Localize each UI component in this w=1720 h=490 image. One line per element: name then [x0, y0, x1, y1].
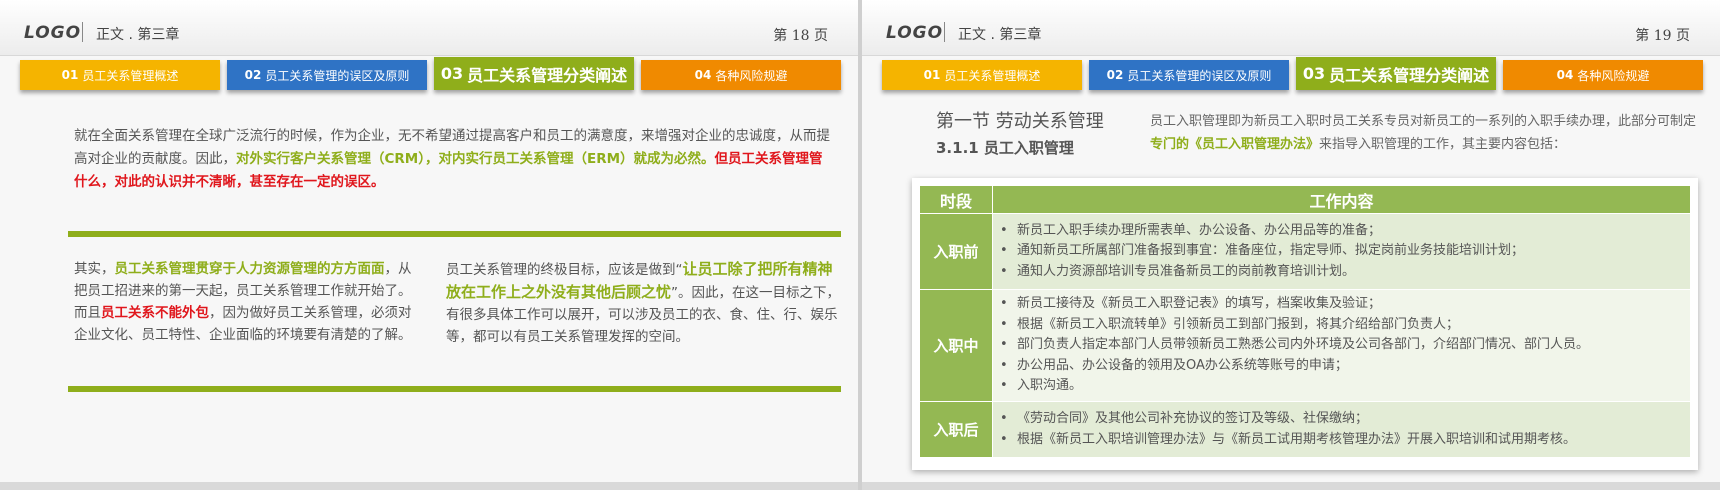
footer-bar: [862, 482, 1720, 490]
tab-04[interactable]: 04 各种风险规避: [641, 60, 841, 90]
tab-02[interactable]: 02 员工关系管理的误区及原则: [1089, 60, 1289, 90]
list-item: 通知人力资源部培训专员准备新员工的岗前教育培训计划。: [997, 262, 1682, 283]
table-row: 入职中 新员工接待及《新员工入职登记表》的填写，档案收集及验证； 根据《新员工入…: [919, 289, 1691, 402]
table-row: 入职前 新员工入职手续办理所需表单、办公设备、办公用品等的准备； 通知新员工所属…: [919, 213, 1691, 290]
logo: LOGO: [24, 23, 82, 43]
highlight-text: 专门的《员工入职管理办法》: [1150, 137, 1320, 152]
tab-label: 员工关系管理分类阐述: [1329, 65, 1490, 85]
right-column-paragraph: 员工关系管理的终极目标，应该是做到“让员工除了把所有精神放在工作上之外没有其他后…: [446, 258, 841, 348]
phase-cell: 入职中: [919, 289, 993, 402]
list-item: 办公用品、办公设备的领用及OA办公系统等账号的申请；: [997, 356, 1682, 377]
tab-02[interactable]: 02 员工关系管理的误区及原则: [227, 60, 427, 90]
header: LOGO 正文 . 第三章 第 19 页: [862, 0, 1720, 56]
header-content: 工作内容: [992, 185, 1691, 214]
section-intro: 员工入职管理即为新员工入职时员工关系专员对新员工的一系列的入职手续办理，此部分可…: [1150, 110, 1700, 156]
text: 员工关系管理的终极目标，应该是做到“: [446, 262, 683, 278]
tab-label: 各种风险规避: [715, 68, 788, 83]
content-cell: 《劳动合同》及其他公司补充协议的签订及等级、社保缴纳； 根据《新员工入职培训管理…: [992, 401, 1691, 458]
list-item: 根据《新员工入职培训管理办法》与《新员工试用期考核管理办法》开展入职培训和试用期…: [997, 430, 1682, 451]
tab-label: 员工关系管理概述: [82, 68, 179, 83]
tab-number: 04: [694, 68, 712, 82]
table-header-row: 时段 工作内容: [919, 185, 1691, 214]
task-list: 新员工入职手续办理所需表单、办公设备、办公用品等的准备； 通知新员工所属部门准备…: [997, 221, 1682, 283]
content-cell: 新员工接待及《新员工入职登记表》的填写，档案收集及验证； 根据《新员工入职流转单…: [992, 289, 1691, 402]
page-number: 第 19 页: [1635, 28, 1690, 44]
tab-03-active[interactable]: 03 员工关系管理分类阐述: [434, 57, 634, 90]
text: 其实，: [74, 261, 115, 277]
tab-label: 各种风险规避: [1577, 68, 1650, 83]
tab-number: 01: [61, 68, 79, 82]
tab-number: 02: [244, 68, 262, 82]
logo: LOGO: [886, 23, 944, 43]
tab-03-active[interactable]: 03 员工关系管理分类阐述: [1296, 57, 1496, 90]
tab-number: 01: [923, 68, 941, 82]
tab-01[interactable]: 01 员工关系管理概述: [20, 60, 220, 90]
tab-number: 03: [440, 64, 464, 83]
phase-cell: 入职后: [919, 401, 993, 458]
task-list: 《劳动合同》及其他公司补充协议的签订及等级、社保缴纳； 根据《新员工入职培训管理…: [997, 409, 1682, 450]
section-tabs: 01 员工关系管理概述 02 员工关系管理的误区及原则 03 员工关系管理分类阐述 0…: [882, 57, 1703, 90]
header: LOGO 正文 . 第三章 第 18 页: [0, 0, 858, 56]
chapter-label: 正文 . 第三章: [958, 27, 1042, 43]
onboarding-table-card: 时段 工作内容 入职前 新员工入职手续办理所需表单、办公设备、办公用品等的准备；…: [912, 178, 1698, 470]
list-item: 新员工入职手续办理所需表单、办公设备、办公用品等的准备；: [997, 221, 1682, 242]
list-item: 通知新员工所属部门准备报到事宜：准备座位，指定导师、拟定岗前业务技能培训计划；: [997, 241, 1682, 262]
list-item: 《劳动合同》及其他公司补充协议的签订及等级、社保缴纳；: [997, 409, 1682, 430]
highlight-text: 员工关系管理贯穿于人力资源管理的方方面面: [114, 261, 385, 277]
list-item: 根据《新员工入职流转单》引领新员工到部门报到，将其介绍给部门负责人；: [997, 315, 1682, 336]
chapter-label: 正文 . 第三章: [96, 27, 180, 43]
table-row: 入职后 《劳动合同》及其他公司补充协议的签订及等级、社保缴纳； 根据《新员工入职…: [919, 401, 1691, 458]
tab-label: 员工关系管理的误区及原则: [1127, 68, 1272, 83]
page-number: 第 18 页: [773, 28, 828, 44]
emphasis-text: 员工关系不能外包: [101, 305, 209, 321]
divider-bar: [68, 386, 841, 392]
header-divider: [944, 22, 945, 42]
header-phase: 时段: [919, 185, 993, 214]
highlight-text: 对外实行客户关系管理（CRM），对内实行员工关系管理（ERM）就成为必然。: [236, 151, 715, 167]
onboarding-table: 时段 工作内容 入职前 新员工入职手续办理所需表单、办公设备、办公用品等的准备；…: [919, 185, 1691, 458]
tab-number: 02: [1106, 68, 1124, 82]
tab-label: 员工关系管理分类阐述: [467, 65, 628, 85]
slide-19: LOGO 正文 . 第三章 第 19 页 01 员工关系管理概述 02 员工关系管理…: [862, 0, 1720, 490]
list-item: 入职沟通。: [997, 376, 1682, 397]
tab-label: 员工关系管理概述: [944, 68, 1041, 83]
list-item: 部门负责人指定本部门人员带领新员工熟悉公司内外环境及公司各部门，介绍部门情况、部…: [997, 335, 1682, 356]
content-cell: 新员工入职手续办理所需表单、办公设备、办公用品等的准备； 通知新员工所属部门准备…: [992, 213, 1691, 290]
section-subtitle: 3.1.1 员工入职管理: [936, 139, 1074, 157]
tab-number: 04: [1556, 68, 1574, 82]
text: 来指导入职管理的工作，其主要内容包括：: [1319, 137, 1567, 152]
footer-bar: [0, 482, 858, 490]
text: 员工入职管理即为新员工入职时员工关系专员对新员工的一系列的入职手续办理，此部分可…: [1150, 114, 1697, 129]
section-tabs: 01 员工关系管理概述 02 员工关系管理的误区及原则 03 员工关系管理分类阐述 0…: [20, 57, 841, 90]
header-divider: [82, 22, 83, 42]
intro-paragraph: 就在全面关系管理在全球广泛流行的时候，作为企业，无不希望通过提高客户和员工的满意…: [74, 125, 830, 194]
tab-01[interactable]: 01 员工关系管理概述: [882, 60, 1082, 90]
tab-label: 员工关系管理的误区及原则: [265, 68, 410, 83]
divider-bar: [68, 231, 841, 237]
section-title: 第一节 劳动关系管理: [936, 111, 1104, 132]
phase-cell: 入职前: [919, 213, 993, 290]
tab-04[interactable]: 04 各种风险规避: [1503, 60, 1703, 90]
slide-18: LOGO 正文 . 第三章 第 18 页 01 员工关系管理概述 02 员工关系管理…: [0, 0, 858, 490]
tab-number: 03: [1302, 64, 1326, 83]
task-list: 新员工接待及《新员工入职登记表》的填写，档案收集及验证； 根据《新员工入职流转单…: [997, 294, 1682, 397]
list-item: 新员工接待及《新员工入职登记表》的填写，档案收集及验证；: [997, 294, 1682, 315]
left-column-paragraph: 其实，员工关系管理贯穿于人力资源管理的方方面面，从把员工招进来的第一天起，员工关…: [74, 258, 424, 346]
